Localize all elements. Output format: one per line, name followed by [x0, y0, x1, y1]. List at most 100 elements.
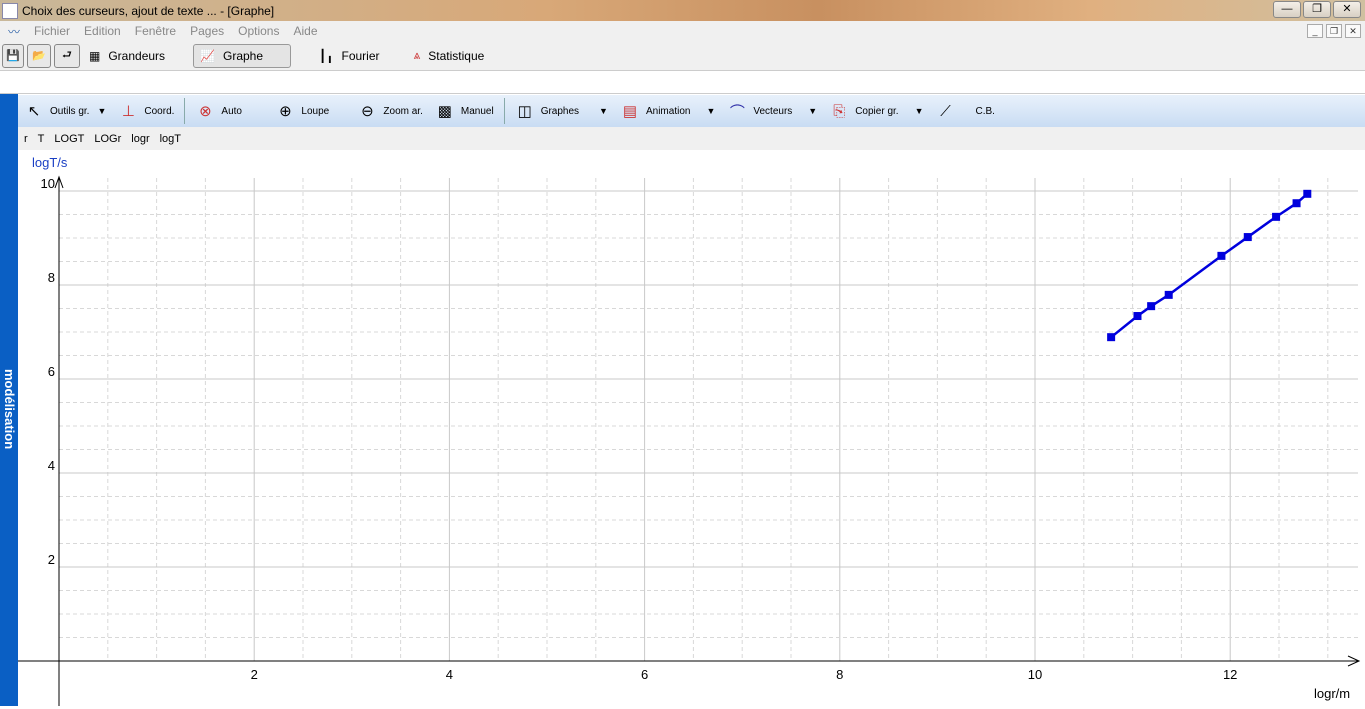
animation-button[interactable]: ▤ Animation ▼: [614, 97, 721, 125]
graph-icon: 📈: [200, 48, 215, 63]
copier-button[interactable]: ⎘ Copier gr. ▼: [823, 97, 929, 125]
graphes-button[interactable]: ◫ Graphes ▼: [509, 97, 614, 125]
label: Loupe: [301, 105, 330, 117]
dropdown-arrow-icon[interactable]: ▼: [706, 106, 715, 116]
graph-toolbar: ↖ Outils gr. ▼ ⊥ Coord. ⊗ Auto ⊕ Loupe ⊖ Zoom …: [18, 95, 1365, 127]
doc-icon: 〰: [8, 24, 21, 39]
mdi-restore-button[interactable]: ❐: [1326, 24, 1342, 38]
label: Coord.: [144, 105, 175, 117]
zoom-arriere-button[interactable]: ⊖ Zoom ar.: [351, 97, 428, 125]
y-tick-label: 10: [41, 176, 55, 191]
expression-input[interactable]: [0, 70, 1365, 94]
data-point: [1164, 290, 1173, 299]
data-point: [1303, 189, 1312, 198]
auto-zoom-icon: ⊗: [199, 103, 212, 120]
dropdown-arrow-icon[interactable]: ▼: [97, 106, 106, 116]
menu-fenetre[interactable]: Fenêtre: [135, 24, 176, 38]
data-point: [1217, 251, 1226, 260]
x-tick-label: 10: [1028, 667, 1042, 682]
vectors-icon: ⌒: [729, 103, 745, 121]
maximize-button[interactable]: ❐: [1303, 1, 1331, 18]
label: Manuel: [460, 105, 494, 117]
mdi-minimize-button[interactable]: _: [1307, 24, 1323, 38]
loupe-button[interactable]: ⊕ Loupe: [269, 97, 351, 125]
coord-button[interactable]: ⊥ Coord.: [112, 97, 180, 125]
main-toolbar: 💾 📂 ⮐ ▦ Grandeurs 📈 Graphe ┃╻ Fourier ⩓ Stat…: [0, 41, 1365, 70]
label: Copier gr.: [855, 105, 899, 117]
x-axis-label: logr/m: [1314, 686, 1350, 701]
data-point: [1272, 212, 1281, 221]
y-tick-label: 8: [48, 270, 55, 285]
save-icon: 💾: [6, 50, 20, 62]
var-logT[interactable]: logT: [160, 133, 181, 145]
histogram-icon: ⩓: [413, 48, 421, 62]
var-T[interactable]: T: [38, 133, 45, 145]
var-r[interactable]: r: [24, 133, 28, 145]
x-tick-label: 12: [1223, 667, 1237, 682]
table-icon: ▦: [89, 48, 101, 63]
animation-icon: ▤: [622, 103, 638, 120]
graphs-icon: ◫: [517, 103, 532, 120]
x-tick-label: 8: [836, 667, 843, 682]
menu-edition[interactable]: Edition: [84, 24, 121, 38]
data-point: [1147, 302, 1156, 311]
y-axis-label: logT/s: [32, 155, 68, 170]
graph-area[interactable]: 2 4 6 8 10 12 2 4 6 8 10 logT/s logr/m: [18, 150, 1365, 706]
minimize-button[interactable]: —: [1273, 1, 1301, 18]
manuel-button[interactable]: ▩ Manuel: [429, 97, 500, 125]
data-point: [1292, 199, 1301, 208]
data-point: [1243, 233, 1252, 242]
label: C.B.: [975, 105, 995, 117]
tab-graphe[interactable]: 📈 Graphe: [193, 43, 292, 68]
menu-options[interactable]: Options: [238, 24, 279, 38]
data-point: [1133, 312, 1142, 321]
vecteurs-button[interactable]: ⌒ Vecteurs ▼: [721, 97, 823, 125]
modelisation-tab[interactable]: modélisation: [0, 320, 18, 498]
menu-fichier[interactable]: Fichier: [34, 24, 70, 38]
tab-fourier[interactable]: ┃╻ Fourier: [313, 44, 385, 68]
return-icon: ⮐: [62, 49, 72, 61]
dropdown-arrow-icon[interactable]: ▼: [808, 106, 817, 116]
close-button[interactable]: ✕: [1333, 1, 1361, 18]
outils-button[interactable]: ↖ Outils gr. ▼: [18, 97, 112, 125]
var-LOGT[interactable]: LOGT: [54, 133, 84, 145]
axes-icon: ⊥: [121, 103, 135, 120]
tab-statistique[interactable]: ⩓ Statistique: [408, 44, 491, 68]
dropdown-arrow-icon[interactable]: ▼: [599, 106, 608, 116]
label: Auto: [221, 105, 242, 117]
tab-grandeurs[interactable]: ▦ Grandeurs: [83, 44, 171, 68]
separator: [503, 98, 505, 124]
var-logr[interactable]: logr: [131, 133, 149, 145]
save-button[interactable]: 💾: [2, 43, 24, 68]
tab-label: Grandeurs: [108, 48, 166, 63]
menu-bar: 〰 Fichier Edition Fenêtre Pages Options …: [0, 21, 1365, 41]
menu-pages[interactable]: Pages: [190, 24, 224, 38]
y-tick-label: 4: [48, 458, 55, 473]
y-tick-label: 6: [48, 364, 55, 379]
dropdown-arrow-icon[interactable]: ▼: [915, 106, 924, 116]
chart[interactable]: 2 4 6 8 10 12 2 4 6 8 10 logT/s logr/m: [18, 150, 1365, 706]
undo-button[interactable]: ⮐: [54, 43, 80, 68]
spectrum-icon: ┃╻: [319, 48, 334, 63]
label: Vecteurs: [753, 105, 793, 117]
cb-button[interactable]: ⟋ C.B.: [929, 97, 1000, 125]
label: Zoom ar.: [383, 105, 423, 117]
separator: [184, 98, 186, 124]
open-button[interactable]: 📂: [27, 43, 51, 68]
auto-button[interactable]: ⊗ Auto: [189, 97, 269, 125]
x-tick-label: 2: [251, 667, 258, 682]
label: Graphes: [540, 105, 580, 117]
mdi-close-button[interactable]: ✕: [1345, 24, 1361, 38]
app-icon: [2, 2, 18, 19]
hand-grid-icon: ▩: [437, 103, 452, 120]
menu-aide[interactable]: Aide: [293, 24, 317, 38]
zoom-out-icon: ⊖: [361, 103, 374, 120]
title-bar: Choix des curseurs, ajout de texte ... -…: [0, 0, 1365, 21]
zoom-in-icon: ⊕: [279, 103, 292, 120]
tab-label: Fourier: [341, 48, 380, 63]
y-tick-label: 2: [48, 552, 55, 567]
cursor-icon: ↖: [27, 103, 41, 120]
data-point: [1107, 333, 1116, 342]
var-LOGr[interactable]: LOGr: [94, 133, 121, 145]
folder-icon: 📂: [32, 50, 46, 62]
